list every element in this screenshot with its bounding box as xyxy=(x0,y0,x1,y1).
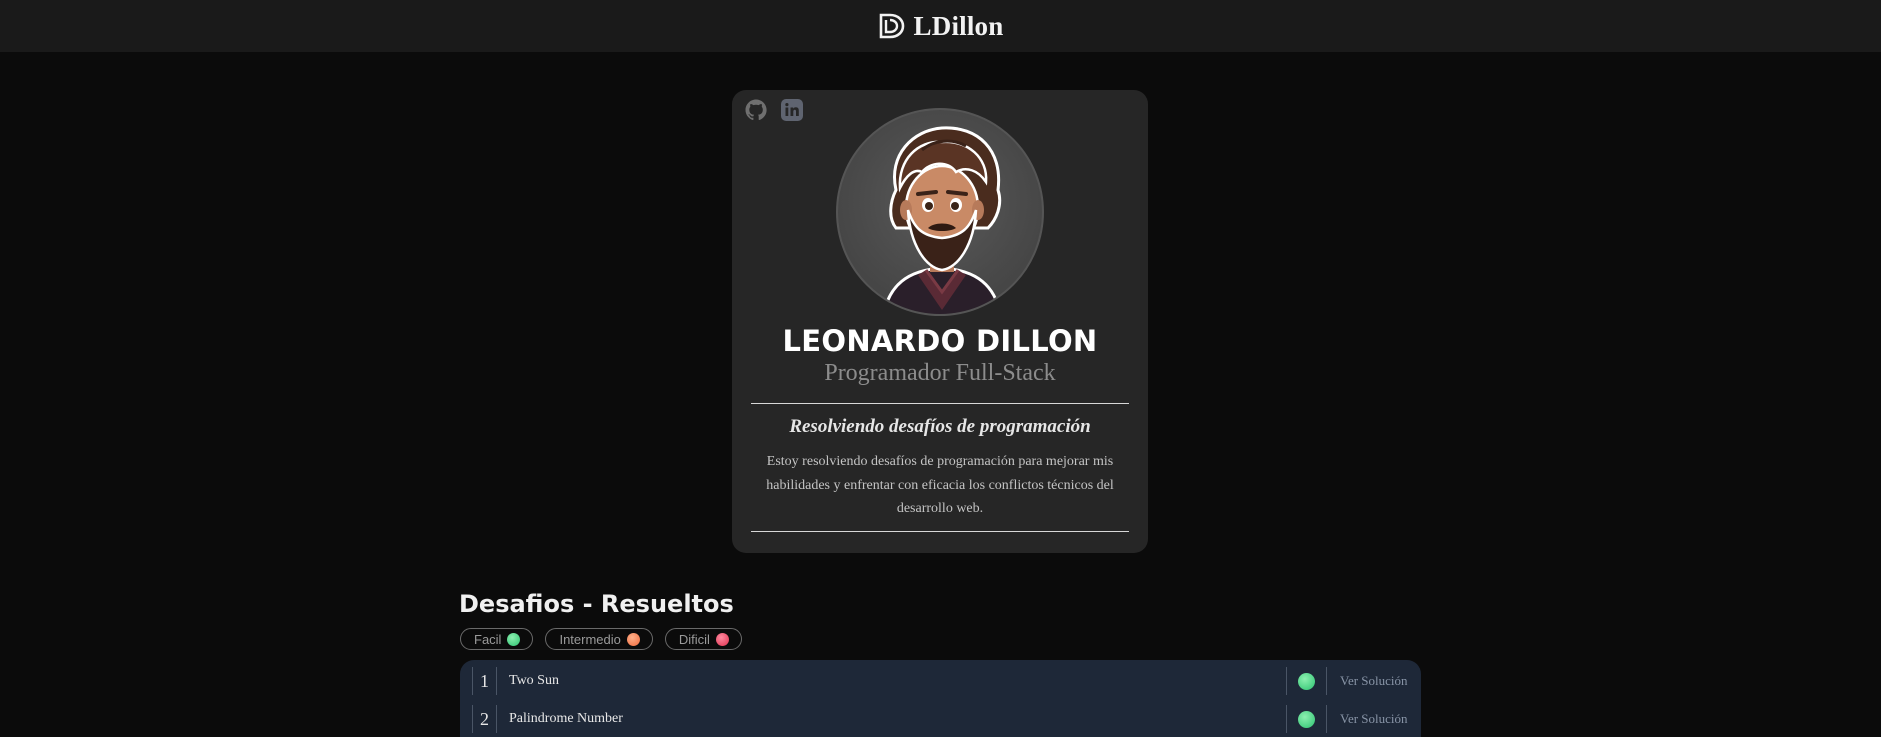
filter-label: Facil xyxy=(474,631,502,647)
filter-dificil[interactable]: Dificil xyxy=(664,628,742,650)
view-solution-link[interactable]: Ver Solución xyxy=(1340,711,1408,727)
challenge-title[interactable]: Palindrome Number xyxy=(509,711,623,727)
difficulty-filters: Facil Intermedio Dificil xyxy=(460,628,742,650)
divider xyxy=(751,531,1129,532)
profile-description: Estoy resolviendo desafíos de programaci… xyxy=(766,454,1114,516)
divider xyxy=(751,403,1129,404)
profile-tagline: Resolviendo desafíos de programación xyxy=(789,416,1091,437)
challenges-table: 1 Two Sun Ver Solución 2 Palindrome Numb… xyxy=(460,660,1421,737)
brand-name: LDillon xyxy=(913,10,1004,41)
table-row[interactable]: 2 Palindrome Number Ver Solución xyxy=(460,700,1421,737)
avatar xyxy=(836,108,1044,316)
brand[interactable]: LDillon xyxy=(878,11,1004,42)
profile-role: Programador Full-Stack xyxy=(824,360,1056,386)
linkedin-icon[interactable] xyxy=(780,98,804,122)
difficulty-indicator xyxy=(1286,705,1327,733)
ld-logo-icon xyxy=(879,13,904,39)
red-dot-icon xyxy=(715,632,729,646)
green-dot-icon xyxy=(1298,672,1315,690)
profile-card: LEONARDO DILLON Programador Full-Stack R… xyxy=(732,90,1148,553)
social-links xyxy=(744,98,804,122)
top-bar: LDillon xyxy=(0,0,1881,52)
filter-label: Intermedio xyxy=(559,631,621,647)
orange-dot-icon xyxy=(626,632,640,646)
difficulty-indicator xyxy=(1286,667,1327,695)
view-solution-link[interactable]: Ver Solución xyxy=(1340,673,1408,689)
challenges-title: Desafios - Resueltos xyxy=(459,590,734,618)
profile-name: LEONARDO DILLON xyxy=(782,324,1098,358)
challenge-title[interactable]: Two Sun xyxy=(509,673,559,689)
green-dot-icon xyxy=(1298,710,1315,728)
filter-label: Dificil xyxy=(678,631,710,647)
filter-intermedio[interactable]: Intermedio xyxy=(545,628,653,650)
filter-facil[interactable]: Facil xyxy=(460,628,534,650)
green-dot-icon xyxy=(507,632,521,646)
row-number: 1 xyxy=(472,667,497,695)
row-number: 2 xyxy=(472,705,497,733)
github-icon[interactable] xyxy=(744,98,768,122)
avatar-illustration xyxy=(882,126,1002,314)
table-row[interactable]: 1 Two Sun Ver Solución xyxy=(460,662,1421,700)
